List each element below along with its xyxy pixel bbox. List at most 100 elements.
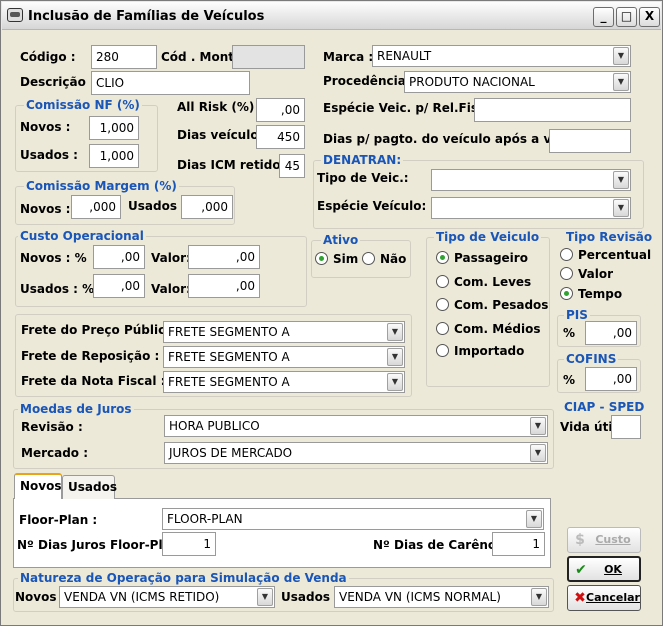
codigo-label: Código :	[20, 50, 76, 64]
floor-plan-select[interactable]: FLOOR-PLAN ▼	[162, 508, 544, 530]
descricao-label: Descrição :	[20, 75, 95, 89]
radio-icon	[560, 267, 573, 280]
natureza-novos-select[interactable]: VENDA VN (ICMS RETIDO) ▼	[59, 586, 275, 608]
frete-publico-select[interactable]: FRETE SEGMENTO A ▼	[163, 321, 405, 343]
procedencia-select[interactable]: PRODUTO NACIONAL ▼	[404, 71, 631, 93]
frete-reposicao-select[interactable]: FRETE SEGMENTO A ▼	[163, 346, 405, 368]
codigo-input[interactable]: 280	[91, 45, 157, 69]
ciap-title: CIAP - SPED	[564, 400, 645, 414]
chevron-down-icon[interactable]: ▼	[387, 323, 403, 341]
chevron-down-icon[interactable]: ▼	[530, 444, 546, 462]
custo-usados-valor-input[interactable]: ,00	[188, 274, 260, 298]
tipo-passageiro-label: Passageiro	[454, 251, 528, 265]
tab-novos[interactable]: Novos	[14, 473, 62, 499]
comissao-nf-title: Comissão NF (%)	[24, 98, 142, 112]
chevron-down-icon[interactable]: ▼	[613, 199, 629, 217]
window-title: Inclusão de Famílias de Veículos	[28, 9, 265, 24]
frete-nota-select[interactable]: FRETE SEGMENTO A ▼	[163, 371, 405, 393]
custo-usados-label: Usados : %	[20, 282, 95, 296]
chevron-down-icon[interactable]: ▼	[531, 588, 547, 606]
chevron-down-icon[interactable]: ▼	[613, 47, 629, 65]
natureza-usados-select[interactable]: VENDA VN (ICMS NORMAL) ▼	[334, 586, 549, 608]
floor-plan-value: FLOOR-PLAN	[167, 512, 243, 526]
frete-publico-value: FRETE SEGMENTO A	[168, 325, 290, 339]
dias-pagto-input[interactable]	[549, 129, 631, 153]
custo-button-label: Custo	[595, 533, 631, 546]
ativo-sim-radio[interactable]: Sim	[315, 252, 358, 266]
dias-veiculo-label: Dias veículo:	[177, 128, 264, 142]
comissao-nf-novos-input[interactable]: 1,000	[89, 116, 139, 140]
dias-carencia-input[interactable]: 1	[492, 532, 545, 556]
frete-reposicao-label: Frete de Reposição :	[21, 349, 160, 363]
cofins-input[interactable]: ,00	[585, 367, 637, 391]
tipo-com-pesados-radio[interactable]: Com. Pesados	[436, 298, 548, 312]
natureza-usados-label: Usados :	[281, 590, 339, 604]
dialog-window: Inclusão de Famílias de Veículos _ □ X C…	[0, 0, 663, 626]
tipo-com-leves-label: Com. Leves	[454, 275, 532, 289]
marca-label: Marca :	[323, 50, 374, 64]
cod-mont-input[interactable]	[232, 45, 305, 69]
chevron-down-icon[interactable]: ▼	[526, 510, 542, 528]
dias-veiculo-input[interactable]: 450	[256, 125, 305, 149]
tipo-importado-radio[interactable]: Importado	[436, 344, 524, 358]
descricao-input[interactable]: CLIO	[91, 71, 250, 95]
dias-icms-input[interactable]: 45	[279, 154, 305, 178]
radio-selected-icon	[560, 287, 573, 300]
cancelar-button[interactable]: ✖ Cancelar	[567, 585, 641, 611]
ciap-input[interactable]	[611, 415, 641, 439]
denatran-tipo-select[interactable]: ▼	[431, 169, 631, 191]
cancel-x-icon: ✖	[574, 590, 586, 606]
especie-fiscal-input[interactable]	[474, 98, 631, 122]
custo-usados-pct-input[interactable]: ,00	[93, 274, 145, 298]
pis-pct-label: %	[563, 326, 576, 340]
denatran-especie-select[interactable]: ▼	[431, 197, 631, 219]
revisao-percentual-label: Percentual	[578, 248, 652, 262]
comissao-margem-novos-input[interactable]: ,000	[71, 195, 121, 219]
tipo-veiculo-title: Tipo de Veiculo	[434, 230, 542, 244]
revisao-percentual-radio[interactable]: Percentual	[560, 248, 651, 262]
all-risk-input[interactable]: ,00	[256, 98, 305, 122]
dias-juros-floor-input[interactable]: 1	[162, 532, 216, 556]
custo-novos-label: Novos : %	[20, 251, 87, 265]
frete-publico-label: Frete do Preço Público :	[21, 323, 183, 337]
revisao-valor-label: Valor	[578, 267, 614, 281]
chevron-down-icon[interactable]: ▼	[387, 348, 403, 366]
cofins-pct-label: %	[563, 373, 576, 387]
procedencia-label: Procedência :	[323, 74, 415, 88]
comissao-margem-novos-label: Novos :	[20, 202, 71, 216]
custo-button[interactable]: $ Custo	[567, 527, 641, 553]
chevron-down-icon[interactable]: ▼	[530, 417, 546, 435]
comissao-margem-usados-input[interactable]: ,000	[181, 195, 233, 219]
revisao-tempo-radio[interactable]: Tempo	[560, 287, 622, 301]
ativo-title: Ativo	[321, 233, 361, 247]
radio-icon	[436, 322, 449, 335]
tab-usados[interactable]: Usados	[62, 475, 117, 499]
maximize-button[interactable]: □	[616, 7, 637, 27]
ok-button-label: OK	[604, 563, 622, 576]
chevron-down-icon[interactable]: ▼	[613, 171, 629, 189]
revisao-valor-radio[interactable]: Valor	[560, 267, 613, 281]
pis-title: PIS	[564, 308, 590, 322]
marca-select[interactable]: RENAULT ▼	[372, 45, 631, 67]
tipo-com-leves-radio[interactable]: Com. Leves	[436, 275, 531, 289]
custo-novos-pct-input[interactable]: ,00	[93, 245, 145, 269]
custo-novos-valor-input[interactable]: ,00	[188, 245, 260, 269]
pis-input[interactable]: ,00	[585, 321, 637, 345]
moedas-revisao-select[interactable]: HORA PUBLICO ▼	[164, 415, 548, 437]
comissao-nf-usados-input[interactable]: 1,000	[89, 144, 139, 168]
close-button[interactable]: X	[639, 7, 660, 27]
ativo-nao-radio[interactable]: Não	[362, 252, 406, 266]
custo-operacional-box	[15, 236, 307, 307]
tipo-passageiro-radio[interactable]: Passageiro	[436, 251, 528, 265]
tipo-importado-label: Importado	[454, 344, 525, 358]
title-bar[interactable]: Inclusão de Famílias de Veículos _ □ X	[2, 2, 661, 30]
moedas-mercado-select[interactable]: JUROS DE MERCADO ▼	[164, 442, 548, 464]
ok-button[interactable]: ✔ OK	[567, 556, 641, 582]
custo-novos-valor-label: Valor:	[151, 251, 191, 265]
tipo-com-medios-radio[interactable]: Com. Médios	[436, 322, 540, 336]
chevron-down-icon[interactable]: ▼	[613, 73, 629, 91]
natureza-novos-label: Novos :	[15, 590, 66, 604]
chevron-down-icon[interactable]: ▼	[257, 588, 273, 606]
minimize-button[interactable]: _	[593, 7, 614, 27]
chevron-down-icon[interactable]: ▼	[387, 373, 403, 391]
